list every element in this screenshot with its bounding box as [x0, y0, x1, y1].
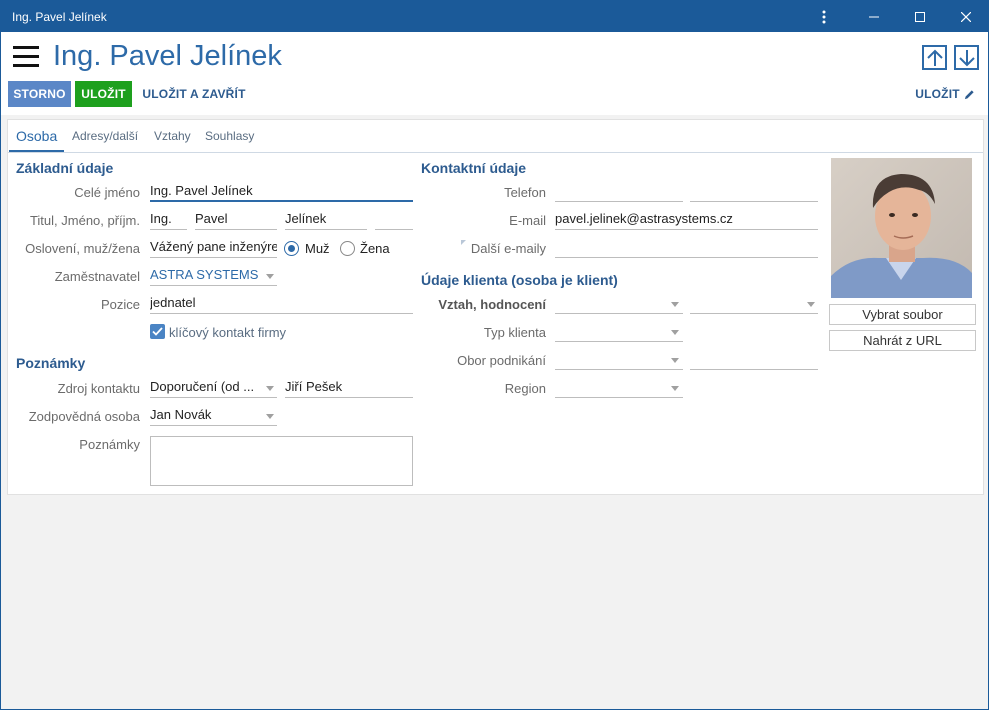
chevron-down-icon — [671, 358, 679, 363]
zamestnavatel-select[interactable]: ASTRA SYSTEMS — [150, 264, 277, 286]
title-bar: Ing. Pavel Jelínek — [1, 1, 988, 32]
muz-label: Muž — [305, 241, 330, 256]
save-button[interactable]: ULOŽIT — [75, 81, 132, 107]
vztah-select[interactable] — [555, 292, 683, 314]
section-title-poznamky: Poznámky — [16, 355, 86, 371]
storno-button[interactable]: STORNO — [8, 81, 71, 107]
poznamky-textarea[interactable] — [150, 436, 413, 486]
chevron-down-icon — [807, 302, 815, 307]
tab-bar: Osoba Adresy/další Vztahy Souhlasy — [8, 120, 983, 153]
pencil-icon — [964, 89, 974, 99]
nahrat-z-url-button[interactable]: Nahrát z URL — [829, 330, 976, 351]
minimize-icon[interactable] — [851, 1, 897, 32]
cele-jmeno-field[interactable]: Ing. Pavel Jelínek — [150, 180, 413, 202]
zodpovedna-value: Jan Novák — [150, 407, 212, 422]
label-osloveni: Oslovení, muž/žena — [25, 241, 140, 256]
tab-osoba[interactable]: Osoba — [16, 128, 57, 144]
hodnoceni-select[interactable] — [690, 292, 818, 314]
label-obor: Obor podnikání — [457, 353, 546, 368]
chevron-down-icon — [671, 302, 679, 307]
section-title-klient: Údaje klienta (osoba je klient) — [421, 272, 618, 288]
telefon-field[interactable] — [555, 180, 683, 202]
zdroj-kontaktu-select[interactable]: Doporučení (od ... — [150, 376, 277, 398]
label-zamestnavatel: Zaměstnavatel — [54, 269, 140, 284]
jmeno-field[interactable]: Pavel — [195, 208, 277, 230]
zena-label: Žena — [360, 241, 390, 256]
label-zdroj: Zdroj kontaktu — [57, 381, 140, 396]
save-edit-label: ULOŽIT — [915, 87, 960, 101]
zdroj-osoba-field[interactable]: Jiří Pešek — [285, 376, 413, 398]
chevron-down-icon — [266, 414, 274, 419]
form-panel: Osoba Adresy/další Vztahy Souhlasy Zákla… — [7, 119, 984, 495]
arrow-up-icon[interactable] — [922, 45, 947, 70]
window-title: Ing. Pavel Jelínek — [12, 10, 107, 24]
email-field[interactable]: pavel.jelinek@astrasystems.cz — [555, 208, 818, 230]
maximize-icon[interactable] — [897, 1, 943, 32]
label-vztah: Vztah, hodnocení — [438, 297, 546, 312]
save-and-close-button[interactable]: ULOŽIT A ZAVŘÍT — [136, 81, 252, 107]
arrow-down-icon[interactable] — [954, 45, 979, 70]
pozice-field[interactable]: jednatel — [150, 292, 413, 314]
tab-adresy[interactable]: Adresy/další — [72, 129, 138, 143]
obor-select[interactable] — [555, 348, 683, 370]
checkmark-icon — [152, 327, 163, 336]
active-tab-indicator — [9, 150, 64, 152]
tab-souhlasy[interactable]: Souhlasy — [205, 129, 254, 143]
osloveni-field[interactable]: Vážený pane inženýre — [150, 236, 277, 258]
label-region: Region — [504, 381, 546, 396]
label-telefon: Telefon — [504, 185, 546, 200]
muz-radio[interactable] — [284, 241, 299, 256]
chevron-down-icon — [266, 274, 274, 279]
telefon2-field[interactable] — [690, 180, 818, 202]
app-window: Ing. Pavel Jelínek Ing. Pavel Jelínek ST… — [0, 0, 989, 710]
close-icon[interactable] — [943, 1, 989, 32]
label-pozice: Pozice — [100, 297, 140, 312]
typ-klienta-select[interactable] — [555, 320, 683, 342]
label-email: E-mail — [509, 213, 546, 228]
section-title-kontaktni: Kontaktní údaje — [421, 160, 527, 176]
save-edit-button[interactable]: ULOŽIT — [911, 81, 979, 107]
region-select[interactable] — [555, 376, 683, 398]
titul-field[interactable]: Ing. — [150, 208, 187, 230]
label-cele-jmeno: Celé jméno — [74, 185, 140, 200]
label-zodpovedna: Zodpovědná osoba — [28, 409, 140, 424]
zodpovedna-osoba-select[interactable]: Jan Novák — [150, 404, 277, 426]
zdroj-value: Doporučení (od ... — [150, 379, 255, 394]
tab-vztahy[interactable]: Vztahy — [154, 129, 191, 143]
titul-za-field[interactable] — [375, 208, 413, 230]
vybrat-soubor-button[interactable]: Vybrat soubor — [829, 304, 976, 325]
zamestnavatel-value: ASTRA SYSTEMS — [150, 267, 259, 282]
more-icon[interactable] — [801, 1, 847, 32]
page-title: Ing. Pavel Jelínek — [53, 40, 282, 72]
label-typ-klienta: Typ klienta — [483, 325, 546, 340]
record-header: Ing. Pavel Jelínek STORNO ULOŽIT ULOŽIT … — [1, 32, 988, 115]
dalsi-emaily-field[interactable] — [555, 236, 818, 258]
chevron-down-icon — [266, 386, 274, 391]
zena-radio[interactable] — [340, 241, 355, 256]
chevron-down-icon — [671, 330, 679, 335]
obor2-field[interactable] — [690, 348, 818, 370]
label-titul-jmeno: Titul, Jméno, příjm. — [29, 213, 140, 228]
label-poznamky: Poznámky — [79, 437, 140, 452]
klicovy-kontakt-checkbox[interactable] — [150, 324, 165, 339]
section-title-zakladni: Základní údaje — [16, 160, 114, 176]
klicovy-kontakt-label: klíčový kontakt firmy — [169, 325, 287, 340]
label-dalsi-emaily[interactable]: Další e-maily — [421, 241, 546, 256]
chevron-down-icon — [671, 386, 679, 391]
prijmeni-field[interactable]: Jelínek — [285, 208, 367, 230]
contact-photo — [831, 158, 972, 298]
hamburger-menu-icon[interactable] — [13, 46, 39, 68]
